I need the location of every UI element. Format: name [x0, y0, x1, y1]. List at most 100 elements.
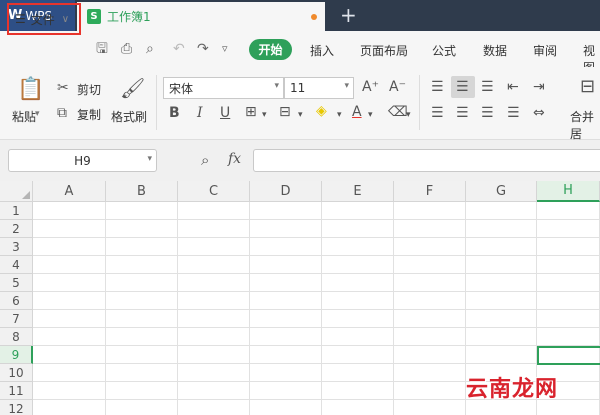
insert-function-button[interactable]: fx: [228, 151, 241, 167]
quick-access-dropdown-icon[interactable]: ▿: [222, 41, 228, 57]
row-header-4[interactable]: 4: [0, 256, 33, 274]
undo-icon[interactable]: ↶: [173, 41, 185, 57]
bold-button[interactable]: B: [169, 105, 180, 121]
new-tab-button[interactable]: +: [340, 3, 357, 27]
column-header-h[interactable]: H: [537, 181, 600, 202]
name-box-value: H9: [74, 153, 91, 168]
italic-button[interactable]: I: [197, 105, 203, 121]
indent-decrease-icon[interactable]: ⇤: [507, 79, 519, 95]
chevron-down-icon: ▾: [344, 81, 349, 91]
format-painter-button[interactable]: 格式刷: [111, 108, 147, 125]
align-middle-icon[interactable]: ☰: [456, 79, 469, 95]
eraser-dropdown-icon[interactable]: ▾: [406, 107, 411, 123]
save-icon[interactable]: 🖫: [96, 41, 108, 57]
underline-button[interactable]: U: [220, 105, 230, 121]
hamburger-icon: ☰: [15, 12, 26, 26]
row-gridline: [33, 363, 600, 364]
fill-color-icon[interactable]: ◈: [316, 103, 327, 119]
row-gridline: [33, 273, 600, 274]
align-left-icon[interactable]: ☰: [431, 105, 444, 121]
row-header-12[interactable]: 12: [0, 400, 33, 415]
chevron-down-icon: ∨: [61, 13, 70, 25]
row-header-7[interactable]: 7: [0, 310, 33, 328]
file-menu-label: 文件: [30, 12, 55, 27]
paste-button[interactable]: 粘贴: [12, 108, 36, 125]
row-header-5[interactable]: 5: [0, 274, 33, 292]
shrink-font-button[interactable]: A⁻: [389, 79, 406, 95]
column-header-f[interactable]: F: [394, 181, 466, 202]
tab-formulas[interactable]: 公式: [432, 42, 456, 59]
zoom-icon[interactable]: ⌕: [201, 151, 209, 169]
print-preview-icon[interactable]: ⌕: [146, 41, 154, 57]
column-header-a[interactable]: A: [33, 181, 106, 202]
row-header-10[interactable]: 10: [0, 364, 33, 382]
row-header-3[interactable]: 3: [0, 238, 33, 256]
font-name-select[interactable]: 宋体 ▾: [163, 77, 284, 99]
merge-center-icon[interactable]: ⊟: [580, 78, 595, 96]
align-center-icon[interactable]: ☰: [456, 105, 469, 121]
indent-increase-icon[interactable]: ⇥: [533, 79, 545, 95]
row-gridline: [33, 309, 600, 310]
align-bottom-icon[interactable]: ☰: [481, 79, 494, 95]
tab-home[interactable]: 开始: [249, 39, 292, 60]
column-header-e[interactable]: E: [322, 181, 394, 202]
column-gridline: [249, 202, 250, 415]
tab-insert[interactable]: 插入: [310, 42, 334, 59]
ribbon-divider: [419, 75, 420, 130]
row-header-6[interactable]: 6: [0, 292, 33, 310]
row-header-2[interactable]: 2: [0, 220, 33, 238]
row-gridline: [33, 327, 600, 328]
grow-font-button[interactable]: A⁺: [362, 79, 379, 95]
borders-dropdown-icon[interactable]: ▾: [262, 107, 267, 123]
row-header-1[interactable]: 1: [0, 202, 33, 220]
paste-icon[interactable]: 📋: [17, 78, 44, 102]
document-tab[interactable]: S 工作簿1: [77, 2, 325, 31]
justify-icon[interactable]: ☰: [507, 105, 520, 121]
print-icon[interactable]: ⎙: [121, 41, 132, 57]
format-painter-icon: 🖌: [120, 76, 146, 100]
select-all-button[interactable]: [0, 181, 33, 202]
row-gridline: [33, 255, 600, 256]
align-right-icon[interactable]: ☰: [481, 105, 494, 121]
unsaved-dot-icon: [311, 14, 317, 20]
cut-button[interactable]: 剪切: [77, 81, 101, 98]
chevron-down-icon: ▾: [274, 81, 279, 91]
document-name: 工作簿1: [107, 10, 151, 24]
paste-dropdown-icon[interactable]: ▾: [35, 109, 40, 119]
tab-page-layout[interactable]: 页面布局: [360, 42, 408, 59]
column-header-b[interactable]: B: [106, 181, 178, 202]
fill-color-dropdown-icon[interactable]: ▾: [337, 107, 342, 123]
redo-icon[interactable]: ↷: [197, 41, 209, 57]
font-size-select[interactable]: 11 ▾: [284, 77, 354, 99]
file-menu-button[interactable]: ☰ 文件 ∨: [7, 3, 81, 35]
column-header-c[interactable]: C: [178, 181, 250, 202]
row-gridline: [33, 219, 600, 220]
scissors-icon: ✂: [57, 80, 69, 96]
font-color-dropdown-icon[interactable]: ▾: [368, 107, 373, 123]
column-header-g[interactable]: G: [466, 181, 537, 202]
distributed-align-icon[interactable]: ⇔: [533, 105, 545, 121]
font-color-button[interactable]: A: [352, 104, 362, 120]
spreadsheet-icon: S: [87, 9, 101, 24]
column-header-d[interactable]: D: [250, 181, 322, 202]
row-header-11[interactable]: 11: [0, 382, 33, 400]
selected-cell[interactable]: [537, 346, 600, 365]
tab-review[interactable]: 审阅: [533, 42, 557, 59]
cell-style-dropdown-icon[interactable]: ▾: [298, 107, 303, 123]
formula-input[interactable]: [253, 149, 600, 172]
cell-style-icon[interactable]: ⊟: [279, 104, 291, 120]
column-gridline: [105, 202, 106, 415]
copy-button[interactable]: 复制: [77, 106, 101, 123]
eraser-icon[interactable]: ⌫: [388, 104, 408, 120]
watermark: 云南龙网: [466, 377, 559, 402]
align-top-icon[interactable]: ☰: [431, 79, 444, 95]
row-header-8[interactable]: 8: [0, 328, 33, 346]
column-gridline: [393, 202, 394, 415]
merge-center-button[interactable]: 合并居: [570, 108, 600, 142]
row-header-9[interactable]: 9: [0, 346, 33, 364]
name-box[interactable]: H9 ▾: [8, 149, 157, 172]
chevron-down-icon: ▾: [147, 154, 152, 164]
borders-icon[interactable]: ⊞: [245, 104, 257, 120]
tab-data[interactable]: 数据: [483, 42, 507, 59]
menu-bar: [0, 31, 600, 67]
